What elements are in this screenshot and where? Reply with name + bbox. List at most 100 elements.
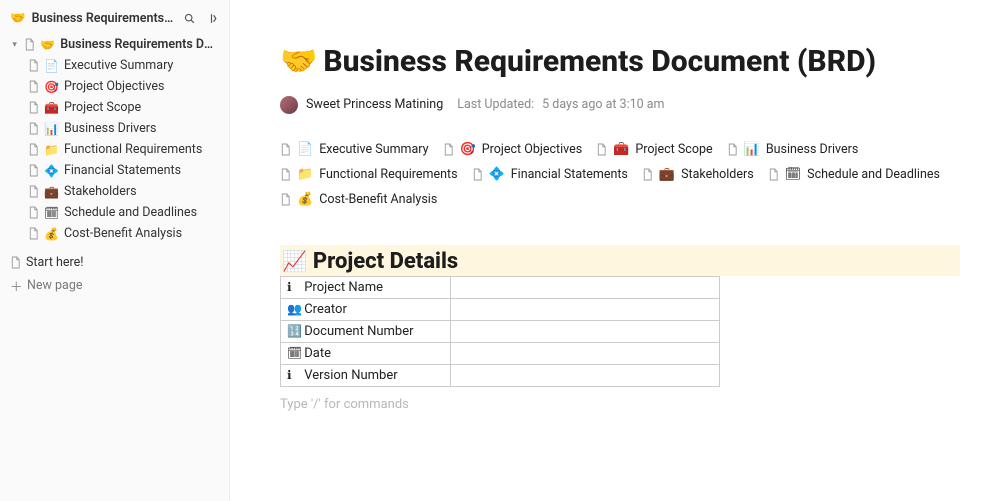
subpage-chip[interactable]: 💼Stakeholders	[642, 167, 754, 182]
section-emoji: 📈	[282, 249, 307, 273]
page-emoji: 🤝	[40, 38, 55, 52]
table-row: 🗓 Date	[281, 342, 720, 364]
page-title-text: Business Requirements Document (BRD)	[323, 45, 876, 80]
sidebar-item[interactable]: 💼 Stakeholders	[6, 181, 223, 202]
section-title-text: Project Details	[313, 249, 458, 274]
subpage-chip[interactable]: 🎯 Project Objectives	[443, 142, 583, 157]
chip-label: Project Objectives	[482, 142, 582, 157]
page-icon	[472, 168, 483, 181]
field-icon: 🗓	[287, 346, 301, 360]
sidebar-item[interactable]: 📁 Functional Requirements	[6, 139, 223, 160]
page-label: Functional Requirements	[64, 142, 202, 157]
avatar[interactable]	[280, 96, 298, 114]
subpage-chip[interactable]: 🧰 Project Scope	[596, 142, 712, 157]
editor-placeholder[interactable]: Type '/' for commands	[280, 397, 960, 412]
page-icon	[28, 122, 39, 135]
page-icon	[28, 206, 39, 219]
chip-emoji: 🗓	[785, 167, 802, 182]
chip-emoji: 🧰	[613, 142, 629, 157]
workspace-emoji: 🤝	[10, 11, 26, 26]
table-row: ℹ Project Name	[281, 276, 720, 298]
sidebar-item[interactable]: 🗓Schedule and Deadlines	[6, 202, 223, 223]
chip-emoji: 🎯	[460, 142, 476, 157]
page-icon	[28, 227, 39, 240]
main-content: 🤝 Business Requirements Document (BRD) S…	[230, 0, 1000, 501]
page-emoji: 💰	[44, 227, 59, 241]
page-label: Schedule and Deadlines	[64, 205, 197, 220]
caret-down-icon[interactable]: ▾	[10, 40, 19, 50]
sidebar-item[interactable]: 📄 Executive Summary	[6, 55, 223, 76]
page-label: Project Objectives	[64, 79, 164, 94]
author-name[interactable]: Sweet Princess Matining	[306, 97, 443, 112]
field-icon: ℹ	[287, 280, 301, 294]
table-value[interactable]	[451, 320, 720, 342]
page-title-emoji: 🤝	[280, 45, 317, 80]
chip-emoji: 💠	[489, 167, 505, 182]
page-emoji: 📁	[44, 143, 59, 157]
page-label: Business Drivers	[64, 121, 156, 136]
page-label: Executive Summary	[64, 58, 173, 73]
sidebar-new-page[interactable]: ＋ New page	[4, 273, 225, 298]
field-icon: 👥	[287, 302, 301, 316]
sidebar-item[interactable]: 🎯Project Objectives	[6, 76, 223, 97]
updated-label: Last Updated:	[457, 97, 534, 112]
page-icon	[280, 193, 291, 206]
page-icon	[596, 143, 607, 156]
page-emoji: 💼	[44, 185, 59, 199]
page-icon	[28, 185, 39, 198]
page-label: Business Requirements Document …	[60, 37, 219, 52]
page-label: Project Scope	[64, 100, 141, 115]
sidebar-flat: Start here! ＋ New page	[4, 252, 225, 298]
collapse-icon[interactable]	[203, 10, 219, 26]
subpage-chip[interactable]: 📊Business Drivers	[727, 142, 859, 157]
subpage-chip[interactable]: 💠 Financial Statements	[472, 167, 628, 182]
page-emoji: 📊	[44, 122, 59, 136]
table-key: 👥 Creator	[281, 298, 451, 320]
search-icon[interactable]	[181, 10, 197, 26]
chip-label: Executive Summary	[319, 142, 428, 157]
subpage-chip[interactable]: 📄Executive Summary	[280, 142, 429, 157]
workspace-title[interactable]: Business Requirements Docum…	[32, 11, 175, 26]
updated-value: 5 days ago at 3:10 am	[542, 97, 664, 112]
page-icon	[28, 143, 39, 156]
page-icon	[280, 168, 291, 181]
page-emoji: 📄	[44, 59, 59, 73]
table-value[interactable]	[451, 342, 720, 364]
byline: Sweet Princess Matining Last Updated: 5 …	[280, 96, 960, 114]
page-icon	[768, 168, 779, 181]
chip-label: Financial Statements	[511, 167, 628, 182]
subpage-chips: 📄Executive Summary 🎯 Project Objectives 🧰 Pr…	[280, 142, 960, 207]
sidebar-item[interactable]: 💰 Cost-Benefit Analysis	[6, 223, 223, 244]
table-row: ℹ Version Number	[281, 364, 720, 386]
sidebar-header: 🤝 Business Requirements Docum…	[4, 6, 225, 34]
subpage-chip[interactable]: 🗓 Schedule and Deadlines	[768, 167, 940, 182]
sidebar-item[interactable]: 💠Financial Statements	[6, 160, 223, 181]
chip-label: Schedule and Deadlines	[807, 167, 940, 182]
subpage-chip[interactable]: 💰Cost-Benefit Analysis	[280, 192, 437, 207]
plus-icon: ＋	[10, 276, 22, 295]
chip-label: Project Scope	[635, 142, 712, 157]
sidebar-item-start-here[interactable]: Start here!	[4, 252, 225, 273]
page-icon	[24, 38, 35, 51]
table-row: 👥 Creator	[281, 298, 720, 320]
sidebar-item[interactable]: 📊 Business Drivers	[6, 118, 223, 139]
table-value[interactable]	[451, 298, 720, 320]
table-value[interactable]	[451, 364, 720, 386]
sidebar-item[interactable]: 🧰 Project Scope	[6, 97, 223, 118]
page-label: Cost-Benefit Analysis	[64, 226, 182, 241]
page-icon	[28, 164, 39, 177]
page-title[interactable]: 🤝 Business Requirements Document (BRD)	[280, 45, 960, 80]
chip-emoji: 📊	[744, 142, 760, 157]
new-page-label: New page	[27, 278, 83, 293]
chip-emoji: 💰	[297, 192, 313, 207]
chip-emoji: 💼	[659, 167, 675, 182]
page-label: Stakeholders	[64, 184, 137, 199]
subpage-chip[interactable]: 📁Functional Requirements	[280, 167, 458, 182]
page-label: Start here!	[26, 255, 84, 270]
page-icon	[28, 80, 39, 93]
sidebar: 🤝 Business Requirements Docum… ▾ 🤝 Busin…	[0, 0, 230, 501]
table-value[interactable]	[451, 276, 720, 298]
page-emoji: 🧰	[44, 101, 59, 115]
sidebar-root-item[interactable]: ▾ 🤝 Business Requirements Document …	[6, 34, 223, 55]
project-details-table: ℹ Project Name👥 Creator🔢 Document Number…	[280, 276, 720, 387]
